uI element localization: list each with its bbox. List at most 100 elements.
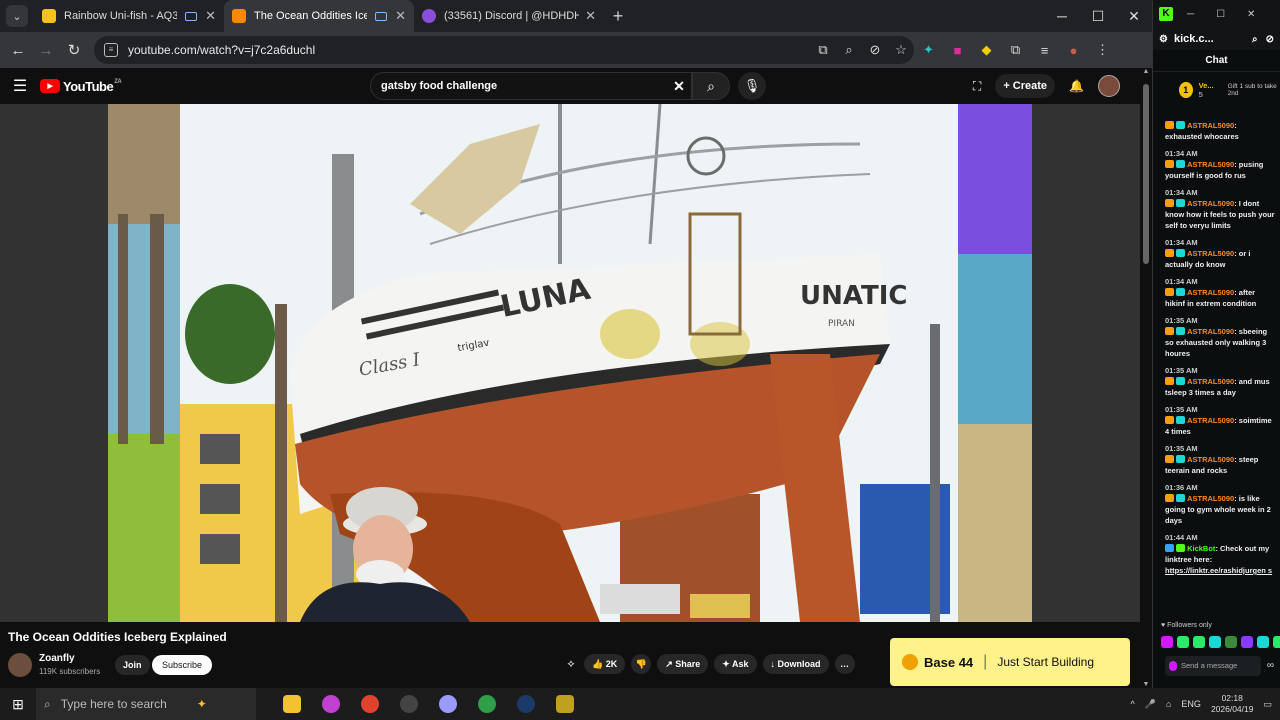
clear-search-icon[interactable]: ✕ <box>667 78 691 95</box>
file-explorer-icon[interactable] <box>272 688 311 720</box>
emote-icon[interactable] <box>1241 636 1253 648</box>
reload-button[interactable]: ↻ <box>60 41 88 59</box>
profile-avatar-icon[interactable]: ● <box>1059 43 1088 58</box>
more-actions-button[interactable]: … <box>834 654 855 674</box>
cast-icon[interactable]: ⛶ <box>973 79 981 94</box>
account-avatar[interactable] <box>1098 75 1120 97</box>
voice-search-icon[interactable]: 🎙 <box>738 72 766 100</box>
media-controls-icon[interactable]: ≡ <box>1030 43 1059 58</box>
install-icon[interactable]: ⧉ <box>810 42 836 58</box>
emote-icon[interactable] <box>1225 636 1237 648</box>
app-icon[interactable] <box>389 688 428 720</box>
emote-icon[interactable] <box>1161 636 1173 648</box>
steam-icon[interactable] <box>506 688 545 720</box>
forward-button[interactable]: → <box>32 42 60 59</box>
emote-icon[interactable] <box>1257 636 1269 648</box>
emote-icon[interactable] <box>1177 636 1189 648</box>
minimize-button[interactable]: ─ <box>1044 0 1080 32</box>
microphone-icon[interactable]: 🎤 <box>1145 699 1156 710</box>
tab-title: (33561) Discord | @HDHDHDH <box>444 10 580 22</box>
join-button[interactable]: Join <box>115 655 150 675</box>
close-tab-icon[interactable]: ✕ <box>585 8 596 24</box>
ask-button[interactable]: ✦ Ask <box>714 654 757 674</box>
search-input[interactable]: gatsby food challenge ✕ <box>370 72 692 100</box>
scroll-up-icon[interactable]: ▲ <box>1140 68 1152 75</box>
close-tab-icon[interactable]: ✕ <box>395 8 406 24</box>
notifications-bell-icon[interactable]: 🔔 <box>1069 79 1084 93</box>
linktree-link[interactable]: https://linktr.ee/rashidjurgen s <box>1165 566 1272 575</box>
eye-off-icon[interactable]: ⊘ <box>862 42 888 58</box>
ad-tagline: Just Start Building <box>997 655 1095 669</box>
menu-icon[interactable]: ☰ <box>0 76 40 96</box>
zoom-icon[interactable]: ⌕ <box>1252 34 1258 45</box>
emote-icon[interactable] <box>1273 636 1280 648</box>
gem-icon[interactable]: ⟡ <box>564 658 578 671</box>
language-indicator[interactable]: ENG <box>1181 699 1201 709</box>
channel-avatar[interactable] <box>8 653 32 677</box>
ad-banner[interactable]: Base 44 | Just Start Building <box>890 638 1130 686</box>
extensions-puzzle-icon[interactable]: ⧉ <box>1001 42 1030 58</box>
address-bar: ← → ↻ ≡ youtube.com/watch?v=j7c2a6duchl … <box>0 32 1152 68</box>
taskbar: ⊞ ⌕ Type here to search ✦ ^ 🎤 ⌂ ENG 02:1… <box>0 688 1280 720</box>
dislike-button[interactable]: 👎 <box>631 654 652 674</box>
taskbar-search[interactable]: ⌕ Type here to search ✦ <box>36 688 256 720</box>
windows-start-icon[interactable]: ⊞ <box>0 696 36 713</box>
chrome-icon[interactable] <box>467 688 506 720</box>
chat-message: 01:34 AM ASTRAL5090: after hikinf in ext… <box>1165 277 1257 308</box>
gift-sub-text[interactable]: Gift 1 sub to take 2nd <box>1228 83 1280 97</box>
chat-message: 01:34 AM ASTRAL5090: I dont know how it … <box>1165 188 1275 230</box>
tab-youtube[interactable]: The Ocean Oddities Iceberg ✕ <box>224 0 414 32</box>
emote-icon[interactable] <box>1209 636 1221 648</box>
share-button[interactable]: ↗ Share <box>657 654 709 674</box>
search-button[interactable]: ⌕ <box>692 72 730 100</box>
omnibox[interactable]: ≡ youtube.com/watch?v=j7c2a6duchl ⧉ ⌕ ⊘ … <box>94 36 914 64</box>
network-icon[interactable]: ⌂ <box>1166 699 1171 709</box>
chrome-icon[interactable] <box>350 688 389 720</box>
close-window-button[interactable]: ✕ <box>1116 0 1152 32</box>
notifications-icon[interactable]: ▭ <box>1263 699 1272 710</box>
like-count: 2K <box>605 659 618 669</box>
extension-icon[interactable]: ◆ <box>972 42 1001 58</box>
emote-icon[interactable] <box>1193 636 1205 648</box>
download-button[interactable]: ↓ Download <box>762 654 829 674</box>
tab-aq3d[interactable]: Rainbow Uni-fish - AQ3D ✕ <box>34 0 224 32</box>
chat-message: 01:34 AM ASTRAL5090: pusing yourself is … <box>1165 149 1264 180</box>
pinned-gifter[interactable]: 1 Ve... 5 Gift 1 sub to take 2nd <box>1153 72 1280 108</box>
emote-bar[interactable] <box>1161 636 1280 648</box>
app-icon[interactable] <box>428 688 467 720</box>
bookmark-star-icon[interactable]: ☆ <box>888 42 914 58</box>
video-player[interactable]: LUNA UNATIC PIRAN triglav Class I <box>0 104 1140 622</box>
chat-settings-icon[interactable]: ∞ <box>1267 660 1274 671</box>
game-icon[interactable] <box>545 688 584 720</box>
zoom-icon[interactable]: ⌕ <box>836 42 862 58</box>
chrome-menu-icon[interactable]: ⋮ <box>1088 42 1117 58</box>
kick-domain[interactable]: kick.c... <box>1174 33 1244 45</box>
mic-icon[interactable] <box>1169 661 1177 671</box>
url-text[interactable]: youtube.com/watch?v=j7c2a6duchl <box>128 43 810 57</box>
search-value[interactable]: gatsby food challenge <box>381 80 667 92</box>
app-icon[interactable] <box>311 688 350 720</box>
tab-discord[interactable]: (33561) Discord | @HDHDHDH ✕ <box>414 0 604 32</box>
page-scrollbar[interactable]: ▲ ▼ <box>1140 68 1152 688</box>
back-button[interactable]: ← <box>4 42 32 59</box>
extension-icon[interactable]: ■ <box>943 43 972 58</box>
like-button[interactable]: 👍 2K <box>584 654 626 674</box>
channel-name[interactable]: Zoanfly <box>39 653 75 664</box>
site-settings-icon[interactable]: ⚙ <box>1159 34 1168 45</box>
chat-input[interactable]: Send a message <box>1165 656 1261 676</box>
youtube-logo[interactable]: ▶ YouTube ZA <box>40 79 122 94</box>
extension-icon[interactable]: ✦ <box>914 42 943 58</box>
maximize-button[interactable]: ☐ <box>1080 0 1116 32</box>
site-info-icon[interactable]: ≡ <box>104 43 118 57</box>
new-tab-button[interactable]: + <box>604 6 632 27</box>
scroll-down-icon[interactable]: ▼ <box>1140 681 1152 688</box>
create-button[interactable]: + Create <box>995 74 1056 98</box>
kick-window-controls[interactable]: ─☐✕ <box>1187 9 1277 20</box>
close-tab-icon[interactable]: ✕ <box>205 8 216 24</box>
scrollbar-thumb[interactable] <box>1143 84 1149 264</box>
subscribe-button[interactable]: Subscribe <box>152 655 213 675</box>
tab-search-icon[interactable]: ⌄ <box>6 5 28 27</box>
clock[interactable]: 02:18 2026/04/19 <box>1211 693 1254 715</box>
eye-off-icon[interactable]: ⊘ <box>1266 34 1274 45</box>
tray-chevron-icon[interactable]: ^ <box>1131 699 1135 709</box>
